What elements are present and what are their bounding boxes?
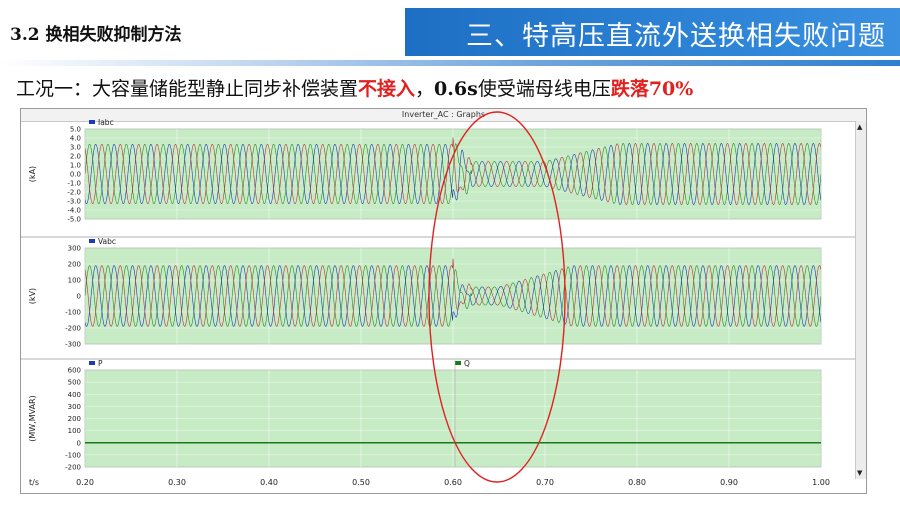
y-tick-label: 0 (77, 439, 81, 447)
y-tick-label: 200 (68, 415, 81, 423)
x-tick-label: 1.00 (812, 478, 830, 487)
y-tick-label: -2.0 (67, 189, 81, 197)
x-tick-label: 0.50 (352, 478, 370, 487)
y-tick-label: -100 (65, 309, 81, 317)
title-banner: 三、特高压直流外送换相失败问题 (405, 8, 900, 56)
y-tick-label: 2.0 (70, 153, 81, 161)
y-tick-label: 200 (68, 261, 81, 269)
graph-window: Inverter_AC : Graphs ▲ ▼ 5.0 4.0 3.0 2.0 1.0… (20, 108, 867, 494)
y-tick-label: 300 (68, 245, 81, 253)
y-tick-label: 600 (68, 367, 81, 375)
legend-label: Iabc (98, 118, 114, 127)
condition-voltage-drop: 跌落70% (610, 78, 694, 100)
y-tick-label: -5.0 (67, 216, 81, 224)
legend-swatch (455, 361, 461, 365)
legend-swatch (89, 120, 95, 124)
slide-header: 3.2 换相失败抑制方法 三、特高压直流外送换相失败问题 (0, 0, 900, 66)
graph-plots: 5.04.03.02.01.00.0-1.0-2.0-3.0-4.0-5.0 (k… (21, 111, 855, 487)
y-tick-label: -200 (65, 464, 81, 472)
section-label: 3.2 换相失败抑制方法 (10, 25, 182, 45)
x-tick-label: 0.30 (168, 478, 186, 487)
x-tick-label: 0.40 (260, 478, 278, 487)
y-tick-label: -3.0 (67, 198, 81, 206)
y-tick-label: -1.0 (67, 180, 81, 188)
x-tick-label: 0.90 (720, 478, 738, 487)
y-tick-label: -300 (65, 341, 81, 349)
legend-swatch (89, 239, 95, 243)
header-rule (0, 60, 900, 66)
y-tick-label: 1.0 (70, 162, 81, 170)
y-tick-label: 400 (68, 391, 81, 399)
y-tick-label: 0 (77, 293, 81, 301)
legend-swatch (89, 361, 95, 365)
y-tick-label: 0.0 (70, 171, 81, 179)
condition-prefix: 工况一：大容量储能型静止同步补偿装置 (16, 78, 359, 100)
condition-no-access: 不接入 (358, 78, 416, 100)
y-tick-label: 3.0 (70, 144, 81, 152)
condition-text: 工况一：大容量储能型静止同步补偿装置不接入，0.6s使受端母线电压跌落70% (16, 74, 693, 101)
y-tick-label: 5.0 (70, 126, 81, 134)
condition-middle: 使受端母线电压 (477, 78, 611, 100)
x-tick-label: 0.20 (76, 478, 94, 487)
y-tick-label: -200 (65, 325, 81, 333)
banner-title: 三、特高压直流外送换相失败问题 (466, 21, 886, 52)
y-tick-label: 100 (68, 277, 81, 285)
y-tick-label: 500 (68, 379, 81, 387)
y-axis-label: (kA) (28, 166, 37, 182)
y-tick-label: 300 (68, 403, 81, 411)
condition-time: 0.6s (434, 78, 478, 100)
y-tick-label: 100 (68, 427, 81, 435)
x-tick-label: 0.60 (444, 478, 462, 487)
legend-label: Q (464, 359, 470, 368)
condition-comma: ， (415, 78, 435, 100)
y-tick-label: -4.0 (67, 207, 81, 215)
x-tick-label: 0.80 (628, 478, 646, 487)
x-axis-label: t/s (29, 478, 39, 487)
x-tick-label: 0.70 (536, 478, 554, 487)
legend-label: P (98, 359, 103, 368)
y-tick-label: -100 (65, 451, 81, 459)
y-axis-label: (kV) (28, 288, 37, 304)
y-tick-label: 4.0 (70, 135, 81, 143)
legend-label: Vabc (98, 237, 116, 246)
y-axis-label: (MW,MVAR) (28, 395, 37, 442)
